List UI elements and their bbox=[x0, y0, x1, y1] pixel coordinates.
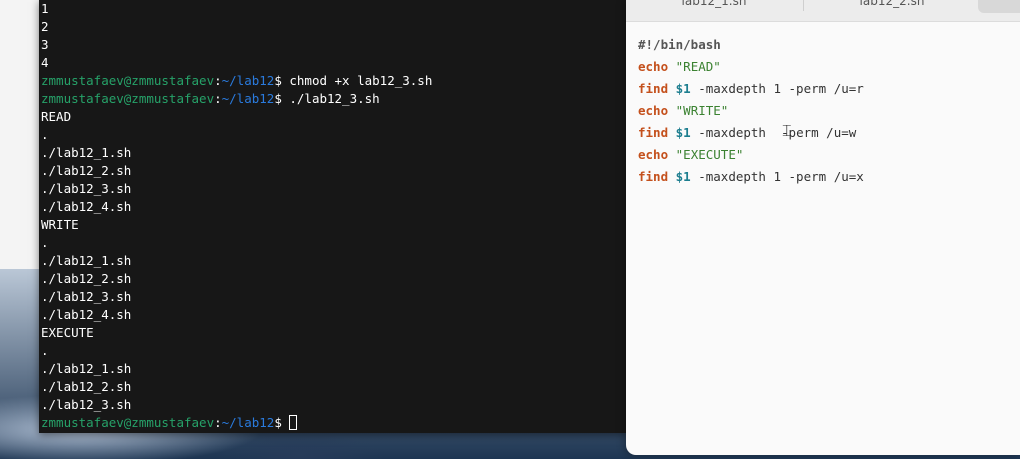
prompt-user: zmmustafaev@zmmustafaev bbox=[41, 91, 215, 106]
output-line: READ bbox=[41, 109, 72, 124]
code-line: find $1 -maxdepth 1 -perm /u=x bbox=[638, 166, 864, 188]
prompt-separator: : bbox=[214, 415, 222, 430]
output-line: 2 bbox=[41, 19, 49, 34]
output-line: ./lab12_4.sh bbox=[41, 307, 132, 322]
output-line: ./lab12_3.sh bbox=[41, 289, 132, 304]
code-line: echo "READ" bbox=[638, 56, 864, 78]
code-line: find $1 -maxdepth 1 -perm /u=r bbox=[638, 78, 864, 100]
prompt-path: ~/lab12 bbox=[221, 73, 275, 88]
find-args: -maxdepth 1 -perm /u=r bbox=[690, 81, 864, 96]
background-window[interactable] bbox=[0, 0, 40, 269]
prompt-user: zmmustafaev@zmmustafaev bbox=[41, 415, 215, 430]
prompt-separator: : bbox=[214, 73, 222, 88]
output-line: ./lab12_3.sh bbox=[41, 181, 132, 196]
tab-lab12-2[interactable]: lab12_2.sh bbox=[803, 0, 980, 11]
code-line: #!/bin/bash bbox=[638, 34, 864, 56]
terminal-cursor bbox=[289, 415, 298, 430]
code-line: echo "EXECUTE" bbox=[638, 144, 864, 166]
find-args: -maxdepth 1 -perm /u=x bbox=[690, 169, 864, 184]
command-line: zmmustafaev@zmmustafaev:~/lab12$ chmod +… bbox=[41, 72, 432, 90]
prompt-user: zmmustafaev@zmmustafaev bbox=[41, 73, 215, 88]
variable: $1 bbox=[675, 125, 691, 140]
output-line: . bbox=[41, 235, 49, 250]
keyword-find: find bbox=[638, 81, 669, 96]
prompt-end: $ bbox=[274, 73, 290, 88]
output-line: EXECUTE bbox=[41, 325, 94, 340]
variable: $1 bbox=[675, 81, 691, 96]
string-literal: "EXECUTE" bbox=[675, 147, 744, 162]
keyword-echo: echo bbox=[638, 103, 669, 118]
terminal-window[interactable]: 1 2 3 4 zmmustafaev@zmmustafaev:~/lab12$… bbox=[39, 0, 629, 433]
keyword-echo: echo bbox=[638, 147, 669, 162]
editor-tab-bar: lab12_1.sh lab12_2.sh bbox=[626, 0, 1020, 22]
output-line: 1 bbox=[41, 1, 49, 16]
output-line: . bbox=[41, 343, 49, 358]
prompt-path: ~/lab12 bbox=[221, 91, 275, 106]
output-line: ./lab12_1.sh bbox=[41, 253, 132, 268]
shebang: #!/bin/bash bbox=[638, 37, 721, 52]
current-prompt[interactable]: zmmustafaev@zmmustafaev:~/lab12$ bbox=[41, 414, 432, 432]
text-editor-window[interactable]: lab12_1.sh lab12_2.sh #!/bin/bash echo "… bbox=[626, 0, 1020, 455]
command-line: zmmustafaev@zmmustafaev:~/lab12$ ./lab12… bbox=[41, 90, 432, 108]
output-line: ./lab12_3.sh bbox=[41, 397, 132, 412]
command-text: ./lab12_3.sh bbox=[289, 91, 380, 106]
output-line: 3 bbox=[41, 37, 49, 52]
prompt-path: ~/lab12 bbox=[221, 415, 275, 430]
output-line: ./lab12_1.sh bbox=[41, 361, 132, 376]
output-line: ./lab12_2.sh bbox=[41, 163, 132, 178]
output-line: . bbox=[41, 127, 49, 142]
string-literal: "READ" bbox=[675, 59, 721, 74]
tab-lab12-1[interactable]: lab12_1.sh bbox=[626, 0, 802, 11]
text-cursor-ibeam-icon: ⌶ bbox=[782, 121, 792, 140]
prompt-separator: : bbox=[214, 91, 222, 106]
command-text: chmod +x lab12_3.sh bbox=[289, 73, 433, 88]
code-line: echo "WRITE" bbox=[638, 100, 864, 122]
find-args: -maxdepth bbox=[690, 125, 774, 140]
output-line: ./lab12_4.sh bbox=[41, 199, 132, 214]
string-literal: "WRITE" bbox=[675, 103, 729, 118]
keyword-find: find bbox=[638, 169, 669, 184]
output-line: ./lab12_1.sh bbox=[41, 145, 132, 160]
code-area[interactable]: #!/bin/bash echo "READ" find $1 -maxdept… bbox=[638, 34, 864, 188]
terminal-output: 1 2 3 4 zmmustafaev@zmmustafaev:~/lab12$… bbox=[41, 0, 432, 432]
output-line: WRITE bbox=[41, 217, 79, 232]
tab-active[interactable] bbox=[978, 0, 1020, 13]
output-line: ./lab12_2.sh bbox=[41, 379, 132, 394]
output-line: 4 bbox=[41, 55, 49, 70]
prompt-end: $ bbox=[274, 415, 290, 430]
output-line: ./lab12_2.sh bbox=[41, 271, 132, 286]
keyword-find: find bbox=[638, 125, 669, 140]
variable: $1 bbox=[675, 169, 691, 184]
prompt-end: $ bbox=[274, 91, 290, 106]
keyword-echo: echo bbox=[638, 59, 669, 74]
code-line: find $1 -maxdepth -perm /u=w bbox=[638, 122, 864, 144]
